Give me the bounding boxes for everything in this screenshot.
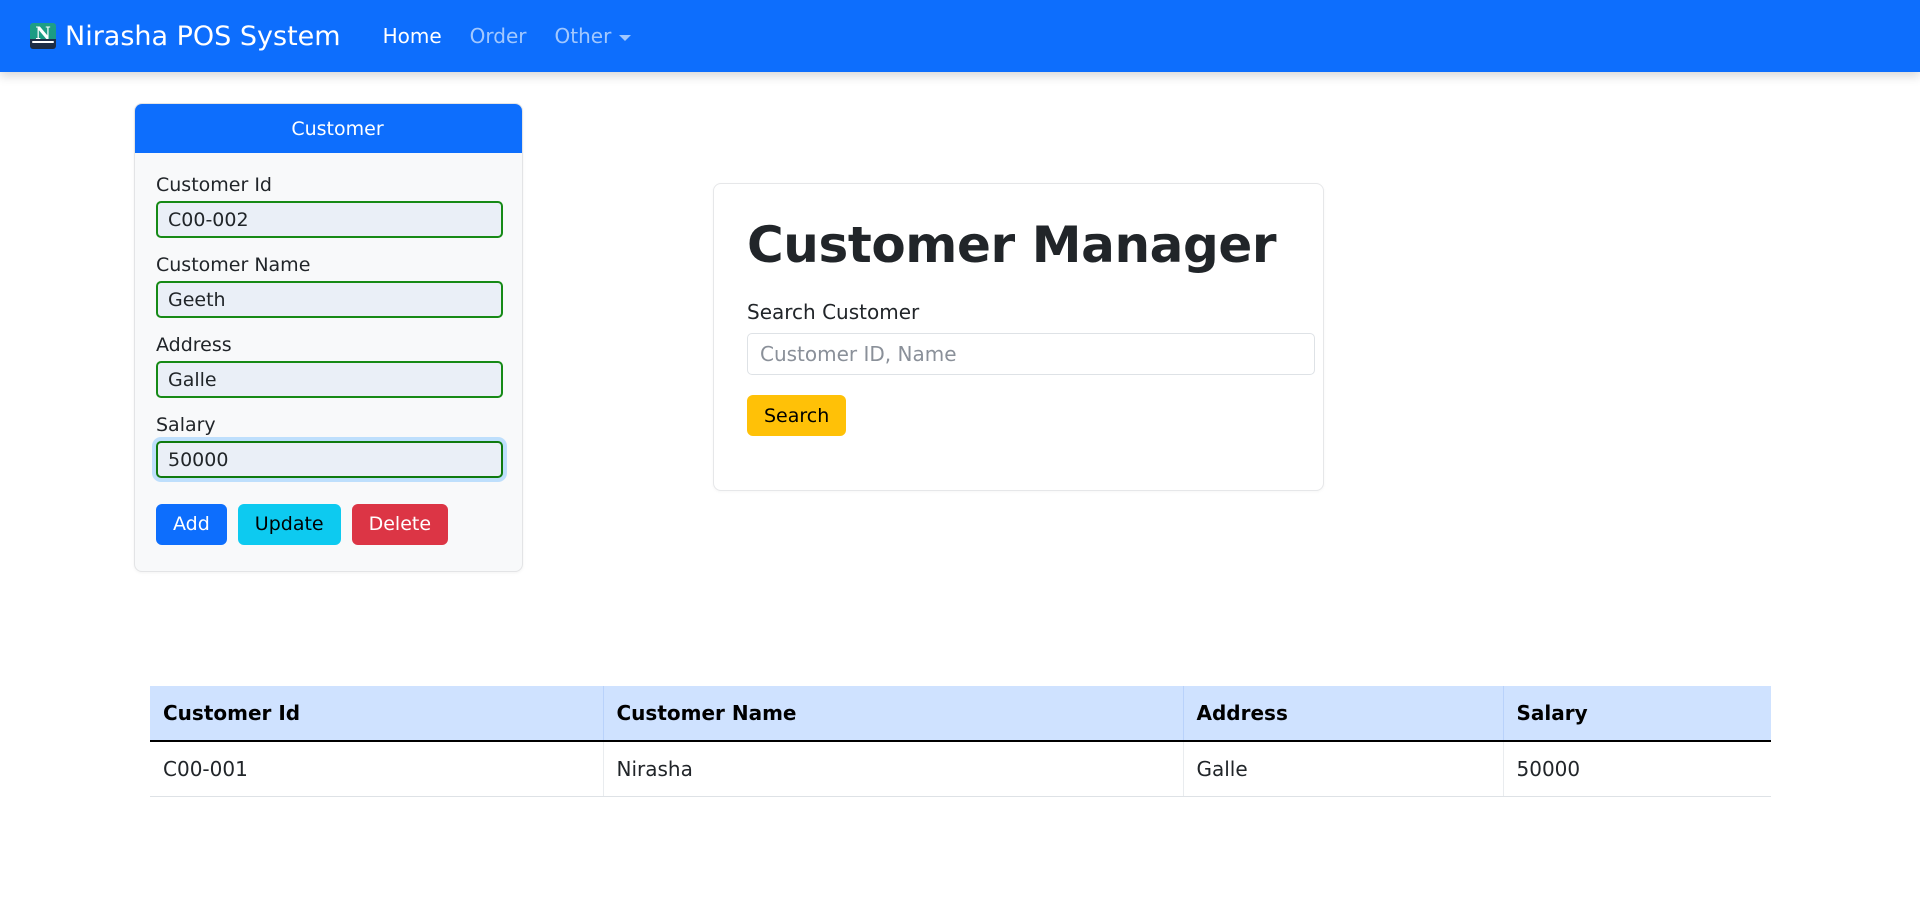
main-navbar: N Nirasha POS System Home Order Other [0,0,1920,72]
nav-item-other-label: Other [554,24,612,48]
search-button[interactable]: Search [747,395,847,436]
add-button[interactable]: Add [156,504,227,545]
search-input[interactable] [747,333,1315,375]
field-salary: Salary [156,414,503,478]
logo-bar [32,41,54,43]
brand-title: Nirasha POS System [65,20,341,52]
customer-name-label: Customer Name [156,254,311,276]
brand[interactable]: N Nirasha POS System [30,21,341,52]
customer-id-input[interactable] [156,201,503,238]
nav-item-home-label: Home [382,24,442,48]
logo-letter: N [35,24,51,44]
customer-form-body: Customer Id Customer Name Address Salary… [135,153,522,571]
delete-button[interactable]: Delete [351,504,449,545]
customer-table-head: Customer Id Customer Name Address Salary [150,686,1771,742]
customer-manager-card: Customer Manager Search Customer Search [713,183,1324,491]
customer-name-input[interactable] [156,281,503,318]
field-customer-name: Customer Name [156,254,503,318]
customer-id-label: Customer Id [156,174,272,196]
customer-form-card: Customer Customer Id Customer Name Addre… [134,103,523,572]
table-header-row: Customer Id Customer Name Address Salary [150,686,1771,742]
nav-item-order[interactable]: Order [456,18,541,54]
cell-salary: 50000 [1503,741,1771,797]
search-customer-label: Search Customer [747,300,920,324]
customer-form-header: Customer [135,104,522,153]
customer-table-wrapper: Customer Id Customer Name Address Salary… [150,686,1771,797]
cell-customer-id: C00-001 [150,741,604,797]
logo-n-icon: N [30,23,56,49]
form-button-row: Add Update Delete [156,504,501,545]
field-address: Address [156,334,503,398]
cell-address: Galle [1183,741,1504,797]
nav-item-order-label: Order [469,24,527,48]
nav-item-other[interactable]: Other [541,18,646,54]
address-input[interactable] [156,361,503,398]
chevron-down-icon [619,34,632,41]
column-header-address[interactable]: Address [1183,686,1504,742]
update-button[interactable]: Update [237,504,341,545]
field-customer-id: Customer Id [156,174,503,238]
column-header-customer-name[interactable]: Customer Name [603,686,1184,742]
page-title: Customer Manager [747,216,1277,274]
table-row[interactable]: C00-001 Nirasha Galle 50000 [150,741,1771,797]
salary-label: Salary [156,414,216,436]
address-label: Address [156,334,232,356]
nav-links: Home Order Other [369,18,646,54]
customer-table: Customer Id Customer Name Address Salary… [150,686,1771,797]
column-header-customer-id[interactable]: Customer Id [150,686,604,742]
nav-item-home[interactable]: Home [369,18,456,54]
customer-table-body: C00-001 Nirasha Galle 50000 [150,741,1771,797]
column-header-salary[interactable]: Salary [1503,686,1771,742]
cell-customer-name: Nirasha [603,741,1184,797]
salary-input[interactable] [156,441,503,478]
